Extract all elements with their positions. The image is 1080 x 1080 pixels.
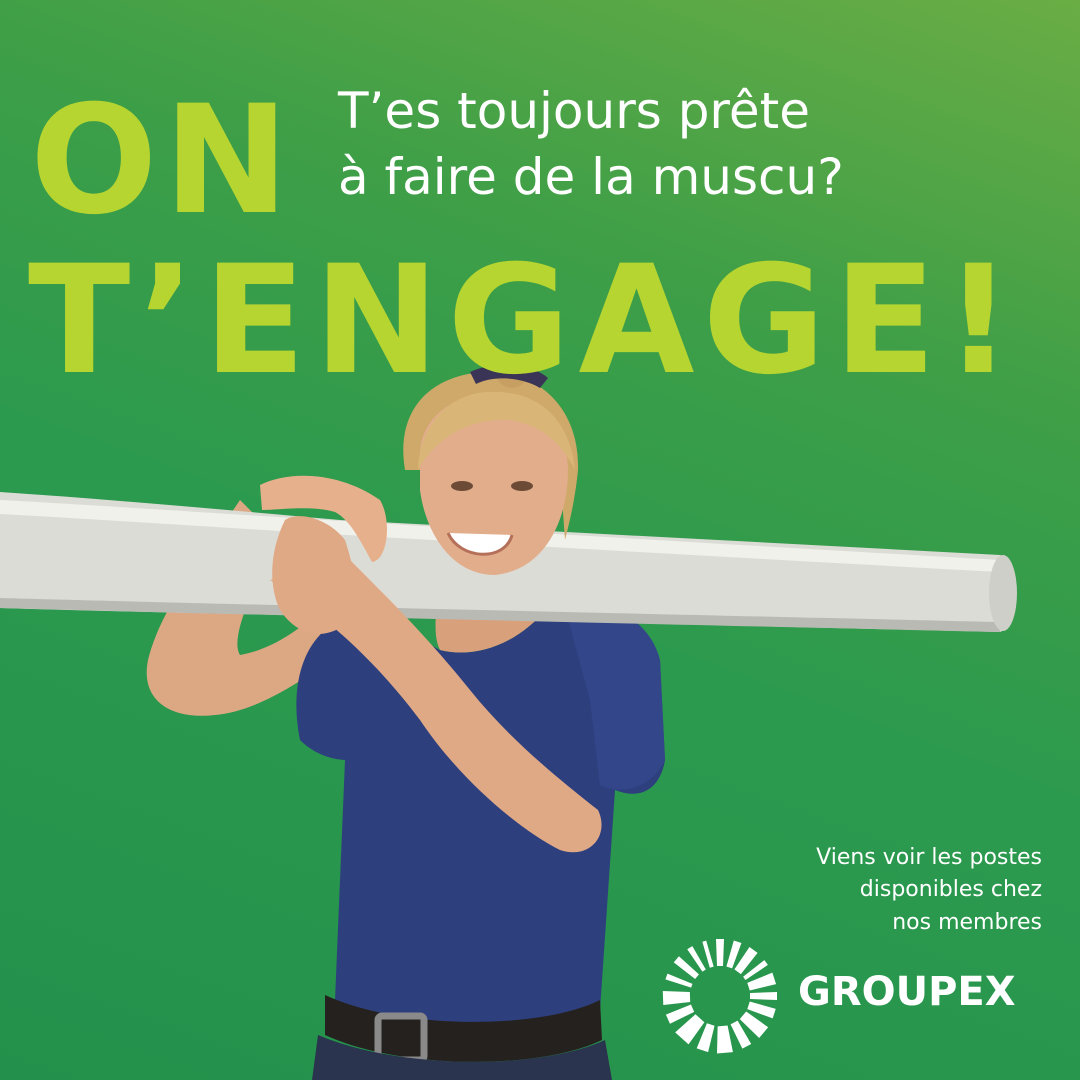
cta-line-2: disponibles chez [859,877,1042,903]
poster: ON T’ENGAGE! T’es toujours prête à faire… [0,0,1080,1080]
question-text: T’es toujours prête à faire de la muscu? [338,78,844,210]
groupex-logo: GROUPEX [662,938,1042,1054]
groupex-logo-icon [662,939,777,1054]
cta-line-3: nos membres [892,909,1042,935]
headline-on: ON [30,74,296,248]
question-line-2: à faire de la muscu? [338,148,844,206]
headline-tengage: T’ENGAGE! [28,234,1021,408]
question-line-1: T’es toujours prête [338,82,811,140]
brand-name: GROUPEX [798,969,1016,1015]
cta-text: Viens voir les postes disponibles chez n… [816,842,1042,939]
cta-line-1: Viens voir les postes [816,845,1042,870]
